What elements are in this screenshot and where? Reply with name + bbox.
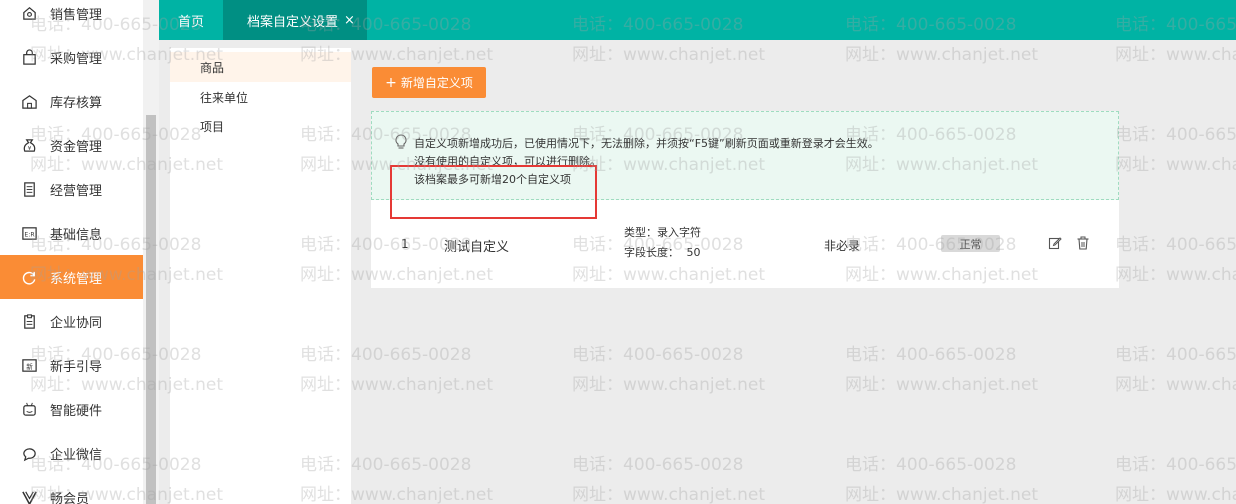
nav-label: 企业协同: [50, 315, 103, 331]
lightbulb-icon: [394, 134, 408, 150]
watermark-text: 网址：www.chanjet.net: [1115, 265, 1236, 285]
close-icon[interactable]: ×: [344, 13, 355, 28]
row-type: 类型：录入字符: [624, 226, 701, 239]
tab-archive-custom-settings[interactable]: 档案自定义设置 ×: [223, 0, 367, 40]
watermark-text: 网址：www.chanjet.net: [572, 45, 766, 65]
nav-item-guide[interactable]: 新 新手引导: [0, 343, 143, 387]
nav-label: 企业微信: [50, 447, 103, 463]
nav-item-inventory[interactable]: 库存核算: [0, 79, 143, 123]
document-list-icon: [20, 180, 38, 198]
nav-label: 销售管理: [50, 7, 103, 23]
archive-category-menu: 商品 往来单位 项目: [170, 48, 351, 504]
top-tab-bar: 首页 档案自定义设置 ×: [159, 0, 1236, 40]
nav-item-sales[interactable]: 销售管理: [0, 0, 143, 35]
watermark-text: 网址：www.chanjet.net: [845, 375, 1039, 395]
nav-label: 畅会员: [50, 491, 90, 504]
watermark-text: 电话：400-665-0028: [845, 455, 1017, 475]
trash-icon[interactable]: [1076, 236, 1090, 250]
watermark-text: 电话：400-665-0028: [1115, 125, 1236, 145]
nav-item-funds[interactable]: ¥ 资金管理: [0, 123, 143, 167]
scrollbar-thumb[interactable]: [146, 115, 156, 504]
nav-label: 新手引导: [50, 359, 103, 375]
nav-label: 系统管理: [50, 271, 103, 287]
clipboard-icon: [20, 312, 38, 330]
plus-icon: +: [385, 74, 397, 91]
watermark-text: 电话：400-665-0028: [1115, 235, 1236, 255]
watermark-text: 电话：400-665-0028: [845, 345, 1017, 365]
sales-icon: [20, 4, 38, 22]
watermark-text: 网址：www.chanjet.net: [1115, 155, 1236, 175]
add-button-label: 新增自定义项: [400, 76, 473, 90]
watermark-text: 网址：www.chanjet.net: [1115, 485, 1236, 504]
left-nav: 销售管理 采购管理 库存核算 ¥ 资金管理 经营管理 E:R 基础信息 系统管理…: [0, 0, 143, 504]
chat-bubble-icon: [20, 444, 38, 462]
status-badge: 正常: [941, 235, 1000, 252]
row-index: 1: [401, 237, 409, 251]
tab-home[interactable]: 首页: [159, 0, 223, 40]
watermark-text: 网址：www.chanjet.net: [1115, 375, 1236, 395]
nav-item-operations[interactable]: 经营管理: [0, 167, 143, 211]
money-bag-icon: ¥: [20, 136, 38, 154]
nav-scrollbar[interactable]: [143, 0, 159, 504]
nav-item-purchase[interactable]: 采购管理: [0, 35, 143, 79]
robot-icon: [20, 400, 38, 418]
nav-label: 库存核算: [50, 95, 103, 111]
member-v-icon: [20, 488, 38, 504]
category-item-contacts[interactable]: 往来单位: [170, 82, 351, 112]
nav-item-hardware[interactable]: 智能硬件: [0, 387, 143, 431]
row-required: 非必录: [824, 239, 861, 253]
watermark-text: 电话：400-665-0028: [1115, 455, 1236, 475]
new-guide-icon: 新: [20, 356, 38, 374]
nav-label: 资金管理: [50, 139, 103, 155]
nav-item-system[interactable]: 系统管理: [0, 255, 143, 299]
svg-text:E:R: E:R: [24, 231, 35, 238]
row-length-label: 字段长度：: [624, 246, 679, 259]
highlight-annotation-box: [390, 165, 597, 219]
svg-text:新: 新: [26, 361, 33, 370]
nav-label: 智能硬件: [50, 403, 103, 419]
add-custom-item-button[interactable]: + 新增自定义项: [372, 67, 486, 98]
svg-text:¥: ¥: [27, 145, 31, 151]
nav-item-collaboration[interactable]: 企业协同: [0, 299, 143, 343]
nav-item-wechat-work[interactable]: 企业微信: [0, 431, 143, 475]
watermark-text: 网址：www.chanjet.net: [572, 485, 766, 504]
watermark-text: 电话：400-665-0028: [1115, 345, 1236, 365]
category-item-goods[interactable]: 商品: [170, 52, 351, 82]
nav-item-member[interactable]: 畅会员: [0, 475, 143, 504]
row-length: 字段长度： 50: [624, 244, 701, 260]
watermark-text: 电话：400-665-0028: [572, 455, 744, 475]
nav-label: 采购管理: [50, 51, 103, 67]
watermark-text: 网址：www.chanjet.net: [1115, 45, 1236, 65]
watermark-text: 网址：www.chanjet.net: [845, 45, 1039, 65]
nav-label: 基础信息: [50, 227, 103, 243]
system-refresh-icon: [20, 268, 38, 286]
row-name: 测试自定义: [444, 240, 510, 255]
tab-label: 档案自定义设置: [247, 14, 339, 30]
category-item-project[interactable]: 项目: [170, 111, 351, 141]
warehouse-icon: [20, 92, 38, 110]
info-card-icon: E:R: [20, 224, 38, 242]
tip-line: 自定义项新增成功后，已使用情况下，无法删除，并须按“F5键”刷新页面或重新登录才…: [414, 137, 879, 150]
watermark-text: 网址：www.chanjet.net: [845, 485, 1039, 504]
watermark-text: 网址：www.chanjet.net: [572, 375, 766, 395]
nav-label: 经营管理: [50, 183, 103, 199]
watermark-text: 电话：400-665-0028: [572, 345, 744, 365]
edit-icon[interactable]: [1048, 236, 1062, 250]
nav-item-basic-info[interactable]: E:R 基础信息: [0, 211, 143, 255]
purchase-bag-icon: [20, 48, 38, 66]
row-length-value: 50: [686, 246, 701, 259]
